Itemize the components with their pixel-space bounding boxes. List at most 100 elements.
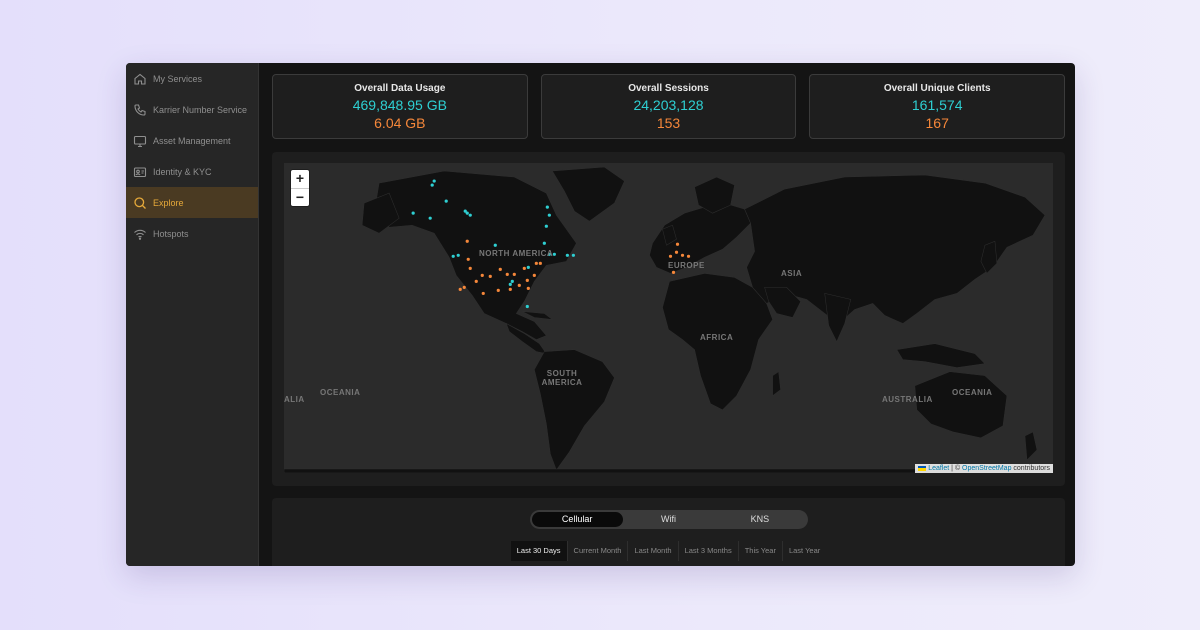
period-last-30-days[interactable]: Last 30 Days xyxy=(510,541,568,561)
map-label-australia: AUSTRALIA xyxy=(882,395,933,404)
map-marker[interactable] xyxy=(565,253,569,257)
map-marker[interactable] xyxy=(508,282,512,286)
app-window: My Services Karrier Number Service Asset… xyxy=(126,63,1075,566)
period-selector: Last 30 Days Current Month Last Month La… xyxy=(272,541,1065,561)
map-marker[interactable] xyxy=(432,179,436,183)
map-label-oceania-right: OCEANIA xyxy=(952,388,993,397)
sidebar-item-identity-kyc[interactable]: Identity & KYC xyxy=(126,156,258,187)
stat-value-secondary: 153 xyxy=(656,115,681,131)
map-marker[interactable] xyxy=(465,239,469,243)
map-marker[interactable] xyxy=(430,183,434,187)
map-marker[interactable] xyxy=(466,257,470,261)
map-marker[interactable] xyxy=(428,216,432,220)
map-marker[interactable] xyxy=(462,285,466,290)
map-marker[interactable] xyxy=(493,243,497,247)
phone-icon xyxy=(133,103,147,117)
map-label-oceania-left: OCEANIA xyxy=(320,388,361,397)
map-attribution: Leaflet | © OpenStreetMap contributors xyxy=(915,464,1053,473)
map-label-europe: EUROPE xyxy=(668,261,705,270)
map-marker[interactable] xyxy=(512,272,516,276)
map-marker[interactable] xyxy=(480,273,484,277)
map-marker[interactable] xyxy=(545,205,549,209)
sidebar-item-explore[interactable]: Explore xyxy=(126,187,258,218)
tab-kns[interactable]: KNS xyxy=(714,512,805,527)
map-marker[interactable] xyxy=(525,278,529,282)
stat-card-sessions: Overall Sessions 24,203,128 153 xyxy=(540,74,797,139)
leaflet-link[interactable]: Leaflet xyxy=(928,465,949,472)
openstreetmap-link[interactable]: OpenStreetMap xyxy=(962,465,1011,472)
map-label-left-edge: ALIA xyxy=(284,395,305,404)
map-label-north-america: NORTH AMERICA xyxy=(479,249,554,258)
map-marker[interactable] xyxy=(674,250,679,254)
world-map[interactable]: NORTH AMERICA EUROPE ASIA AFRICA SOUTH A… xyxy=(284,163,1053,473)
zoom-control: + − xyxy=(291,170,309,206)
map-marker[interactable] xyxy=(411,211,415,215)
map-marker[interactable] xyxy=(671,270,676,274)
map-marker[interactable] xyxy=(468,266,472,270)
stat-card-data-usage: Overall Data Usage 469,848.95 GB 6.04 GB xyxy=(272,74,528,139)
map-marker[interactable] xyxy=(668,254,673,258)
map-label-africa: AFRICA xyxy=(700,333,734,342)
map-marker[interactable] xyxy=(525,304,529,309)
map-label-asia: ASIA xyxy=(781,269,803,278)
search-icon xyxy=(133,196,147,210)
attribution-suffix: contributors xyxy=(1011,465,1050,472)
map-marker[interactable] xyxy=(508,287,512,292)
map-marker[interactable] xyxy=(532,273,536,277)
tab-wifi[interactable]: Wifi xyxy=(623,512,714,527)
map-marker[interactable] xyxy=(456,253,460,257)
map-marker[interactable] xyxy=(534,261,538,265)
map-marker[interactable] xyxy=(571,253,575,257)
map-marker[interactable] xyxy=(444,199,448,203)
period-this-year[interactable]: This Year xyxy=(739,541,783,561)
map-marker[interactable] xyxy=(547,213,551,217)
sidebar-item-my-services[interactable]: My Services xyxy=(126,63,258,94)
network-tabs: Cellular Wifi KNS xyxy=(529,510,808,529)
map-marker[interactable] xyxy=(498,267,502,271)
map-marker[interactable] xyxy=(481,291,485,296)
sidebar-item-label: Karrier Number Service xyxy=(153,104,248,115)
zoom-in-button[interactable]: + xyxy=(291,170,309,188)
tab-cellular[interactable]: Cellular xyxy=(531,512,623,527)
filter-panel: Cellular Wifi KNS Last 30 Days Current M… xyxy=(272,498,1065,566)
map-marker[interactable] xyxy=(451,254,455,258)
period-last-3-months[interactable]: Last 3 Months xyxy=(679,541,739,561)
stat-title: Overall Sessions xyxy=(628,83,709,94)
stat-title: Overall Unique Clients xyxy=(883,83,991,94)
main-content: Overall Data Usage 469,848.95 GB 6.04 GB… xyxy=(259,63,1075,566)
map-marker[interactable] xyxy=(510,279,514,283)
stats-row: Overall Data Usage 469,848.95 GB 6.04 GB… xyxy=(272,74,1066,139)
zoom-out-button[interactable]: − xyxy=(291,188,309,206)
map-marker[interactable] xyxy=(465,211,469,215)
map-marker[interactable] xyxy=(538,261,542,265)
map-marker[interactable] xyxy=(526,265,530,269)
map-marker[interactable] xyxy=(552,252,556,256)
map-marker[interactable] xyxy=(542,241,546,245)
map-marker[interactable] xyxy=(458,287,462,292)
stat-value-primary: 469,848.95 GB xyxy=(352,97,447,113)
map-marker[interactable] xyxy=(522,266,526,270)
map-marker[interactable] xyxy=(488,274,492,278)
map-marker[interactable] xyxy=(686,254,691,258)
period-last-month[interactable]: Last Month xyxy=(628,541,679,561)
map-marker[interactable] xyxy=(468,213,472,217)
map-marker[interactable] xyxy=(517,283,521,287)
sidebar-item-karrier-number-service[interactable]: Karrier Number Service xyxy=(126,94,258,125)
map-marker[interactable] xyxy=(675,242,680,246)
id-card-icon xyxy=(133,165,147,179)
sidebar-item-asset-management[interactable]: Asset Management xyxy=(126,125,258,156)
period-last-year[interactable]: Last Year xyxy=(783,541,826,561)
period-current-month[interactable]: Current Month xyxy=(568,541,629,561)
map-marker[interactable] xyxy=(496,288,500,293)
sidebar-item-hotspots[interactable]: Hotspots xyxy=(126,218,258,249)
stat-value-primary: 161,574 xyxy=(911,97,963,113)
sidebar-item-label: Asset Management xyxy=(153,135,231,146)
map-marker[interactable] xyxy=(680,253,685,257)
map-marker[interactable] xyxy=(544,224,548,228)
map-label-south-america: SOUTH AMERICA xyxy=(541,369,583,387)
map-marker[interactable] xyxy=(474,279,478,283)
stat-title: Overall Data Usage xyxy=(354,83,446,94)
map-panel: NORTH AMERICA EUROPE ASIA AFRICA SOUTH A… xyxy=(272,152,1065,486)
map-marker[interactable] xyxy=(505,272,509,276)
map-marker[interactable] xyxy=(526,286,530,291)
